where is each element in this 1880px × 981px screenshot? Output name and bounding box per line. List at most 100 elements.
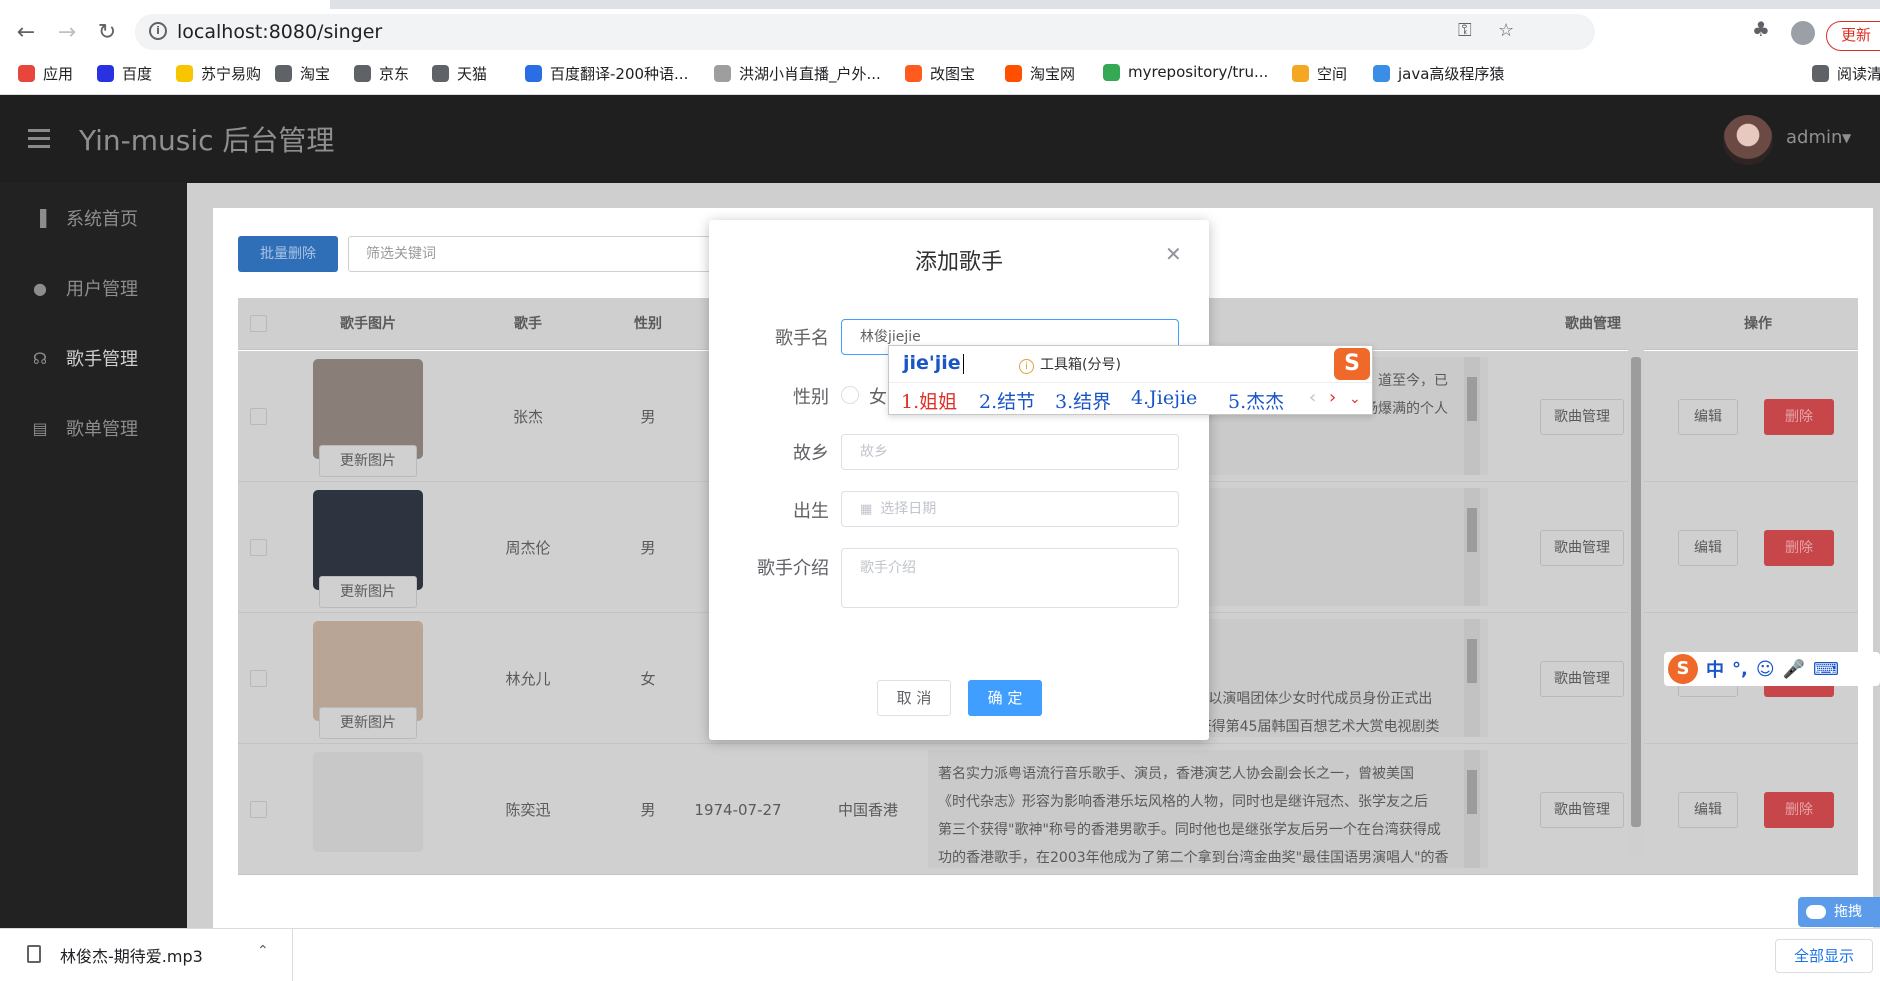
birth-date-picker[interactable]: ▦ 选择日期	[841, 491, 1179, 527]
sidebar-item-label: 用户管理	[66, 279, 138, 300]
hometown-input[interactable]: 故乡	[841, 434, 1179, 470]
delete-button[interactable]: 删除	[1764, 399, 1834, 435]
add-singer-dialog: 添加歌手 ✕ 歌手名 林俊jiejie 性别 女 故乡 故乡 出生 ▦ 选择日期 …	[709, 220, 1209, 740]
delete-button[interactable]: 删除	[1764, 792, 1834, 828]
row-checkbox[interactable]	[250, 408, 267, 425]
profile-icon[interactable]	[1791, 21, 1815, 45]
intro-placeholder: 歌手介绍	[860, 560, 916, 576]
chevron-up-icon[interactable]: ⌃	[257, 943, 269, 959]
table-scrollbar[interactable]	[1628, 335, 1644, 855]
menu-toggle-icon[interactable]	[28, 129, 50, 153]
ime-candidate[interactable]: 5.杰杰	[1228, 387, 1284, 414]
close-icon[interactable]: ✕	[1165, 242, 1182, 266]
keyboard-icon[interactable]: ⌨	[1813, 659, 1839, 680]
delete-button[interactable]: 删除	[1764, 530, 1834, 566]
update-button[interactable]: 更新	[1826, 21, 1880, 51]
name-label: 歌手名	[775, 328, 829, 349]
next-page-icon[interactable]: ›	[1329, 387, 1336, 408]
extensions-icon[interactable]: ♣	[1752, 17, 1770, 41]
bookmark-item[interactable]: 淘宝网	[1005, 63, 1075, 84]
edit-button[interactable]: 编辑	[1678, 530, 1738, 566]
ime-candidate[interactable]: 4.Jiejie	[1131, 387, 1197, 409]
singer-photo	[313, 359, 423, 459]
row-checkbox[interactable]	[250, 670, 267, 687]
update-photo-button[interactable]: 更新图片	[319, 445, 417, 477]
reload-icon[interactable]: ↻	[92, 17, 122, 47]
song-manage-button[interactable]: 歌曲管理	[1540, 530, 1624, 566]
bookmark-label: 苏宁易购	[201, 65, 262, 83]
filter-input[interactable]: 筛选关键词	[348, 236, 748, 272]
calendar-icon: ▦	[860, 502, 873, 517]
caret-down-icon[interactable]: ▼	[1842, 131, 1851, 145]
ime-mode[interactable]: 中	[1706, 656, 1724, 682]
url-text[interactable]: localhost:8080/singer	[177, 21, 382, 43]
song-manage-button[interactable]: 歌曲管理	[1540, 661, 1624, 697]
bookmark-favicon-icon	[525, 65, 542, 82]
row-checkbox[interactable]	[250, 539, 267, 556]
site-info-icon[interactable]: i	[149, 22, 167, 40]
update-photo-button[interactable]: 更新图片	[319, 707, 417, 739]
intro-scrollbar[interactable]	[1464, 357, 1480, 475]
forward-icon[interactable]: →	[52, 17, 82, 47]
bookmark-item[interactable]: 百度	[97, 63, 152, 84]
update-photo-button[interactable]: 更新图片	[319, 576, 417, 608]
drag-button[interactable]: 拖拽	[1798, 897, 1880, 927]
emoji-icon[interactable]: ☺	[1756, 659, 1775, 680]
row-checkbox[interactable]	[250, 801, 267, 818]
bookmark-item[interactable]: 京东	[354, 63, 409, 84]
back-icon[interactable]: ←	[11, 17, 41, 47]
intro-scrollbar[interactable]	[1464, 488, 1480, 606]
admin-name[interactable]: admin	[1786, 127, 1842, 148]
ime-toolbox[interactable]: i 工具箱(分号)	[1019, 354, 1121, 374]
ime-candidate[interactable]: 3.结界	[1055, 387, 1111, 414]
bar-chart-icon: ▐	[33, 208, 47, 228]
intro-scrollbar[interactable]	[1464, 750, 1480, 868]
sidebar-item-home[interactable]: ▐ 系统首页	[0, 183, 187, 253]
bookmark-item[interactable]: java高级程序猿	[1373, 63, 1504, 84]
bookmark-label: 应用	[43, 65, 74, 83]
microphone-icon[interactable]: 🎤	[1783, 659, 1805, 680]
sidebar-item-users[interactable]: ● 用户管理	[0, 253, 187, 323]
bookmark-item[interactable]: 改图宝	[905, 63, 975, 84]
star-icon[interactable]: ☆	[1498, 20, 1514, 41]
cancel-button[interactable]: 取 消	[877, 680, 951, 716]
intro-textarea[interactable]: 歌手介绍	[841, 548, 1179, 608]
address-bar[interactable]: i localhost:8080/singer ⚿ ☆	[135, 14, 1595, 50]
song-manage-button[interactable]: 歌曲管理	[1540, 399, 1624, 435]
bookmark-item[interactable]: 苏宁易购	[176, 63, 261, 84]
bookmark-favicon-icon	[1005, 65, 1022, 82]
intro-label: 歌手介绍	[757, 558, 829, 579]
sex-option-female[interactable]: 女	[869, 383, 887, 409]
sidebar-item-playlists[interactable]: ▤ 歌单管理	[0, 393, 187, 463]
bookmark-item[interactable]: 百度翻译-200种语...	[525, 63, 688, 84]
download-file-name[interactable]: 林俊杰-期待爱.mp3	[60, 943, 203, 967]
sidebar-item-singers[interactable]: ☊ 歌手管理	[0, 323, 187, 393]
punctuation-icon[interactable]: °,	[1732, 659, 1748, 680]
edit-button[interactable]: 编辑	[1678, 399, 1738, 435]
intro-scrollbar[interactable]	[1464, 619, 1480, 737]
show-all-button[interactable]: 全部显示	[1775, 939, 1873, 973]
bookmark-item[interactable]: 阅读清	[1812, 63, 1880, 84]
song-manage-button[interactable]: 歌曲管理	[1540, 792, 1624, 828]
bookmark-item[interactable]: 应用	[18, 63, 73, 84]
confirm-button[interactable]: 确 定	[968, 680, 1042, 716]
key-icon[interactable]: ⚿	[1458, 20, 1472, 41]
sex-radio-female[interactable]	[841, 386, 859, 404]
bookmark-item[interactable]: 天猫	[432, 63, 487, 84]
active-tab[interactable]	[0, 0, 330, 9]
bookmark-item[interactable]: 空间	[1292, 63, 1347, 84]
bookmark-item[interactable]: myrepository/tru...	[1103, 63, 1268, 81]
bookmark-item[interactable]: 淘宝	[275, 63, 330, 84]
bookmark-item[interactable]: 洪湖小肖直播_户外...	[714, 63, 881, 84]
edit-button[interactable]: 编辑	[1678, 792, 1738, 828]
select-all-checkbox[interactable]	[250, 315, 267, 332]
admin-avatar[interactable]	[1723, 115, 1773, 165]
singer-name: 张杰	[512, 408, 543, 426]
batch-delete-button[interactable]: 批量删除	[238, 236, 338, 272]
ime-candidate[interactable]: 2.结节	[979, 387, 1035, 414]
sogou-logo-icon[interactable]: S	[1668, 654, 1698, 684]
expand-icon[interactable]: ⌄	[1349, 391, 1361, 407]
ime-candidate[interactable]: 1.姐姐	[901, 387, 957, 414]
prev-page-icon[interactable]: ‹	[1309, 387, 1316, 408]
bookmark-favicon-icon	[905, 65, 922, 82]
